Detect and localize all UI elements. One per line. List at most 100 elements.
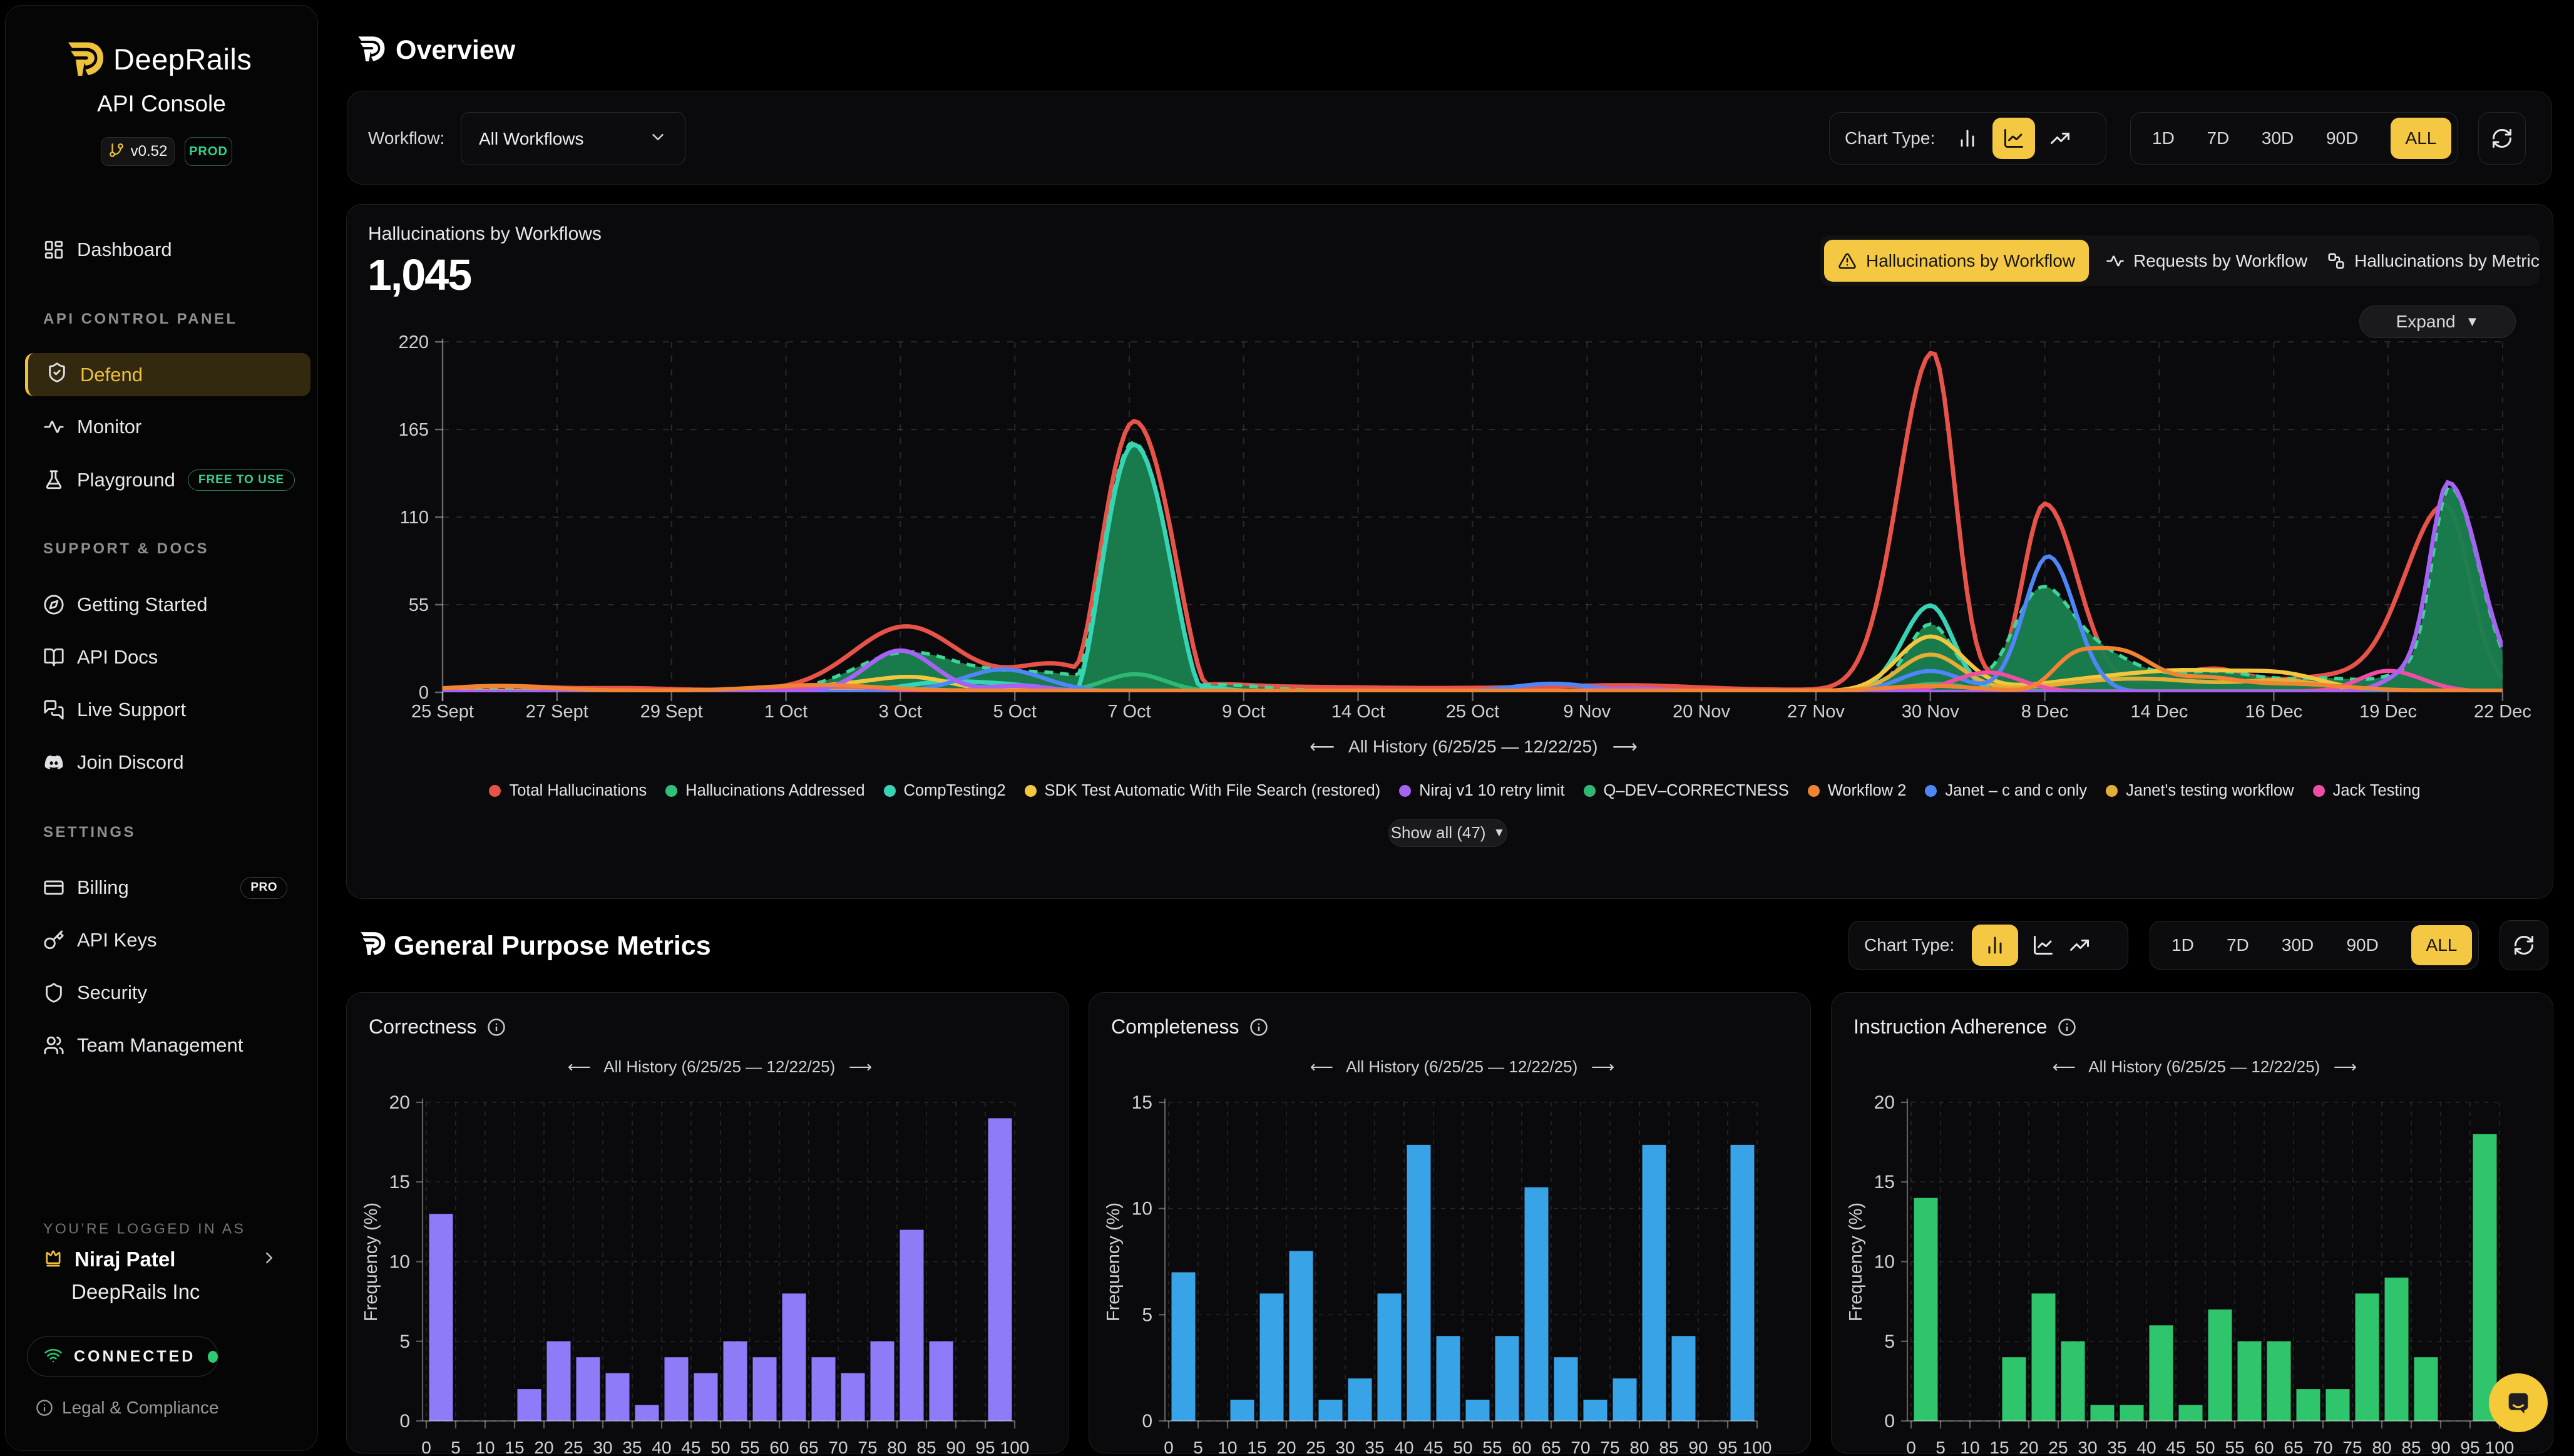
svg-text:50: 50 <box>2195 1438 2215 1456</box>
svg-text:55: 55 <box>740 1438 759 1456</box>
svg-text:50: 50 <box>710 1438 730 1456</box>
svg-text:15: 15 <box>1247 1438 1266 1456</box>
svg-text:35: 35 <box>2107 1438 2126 1456</box>
svg-text:10: 10 <box>1132 1199 1152 1219</box>
svg-text:85: 85 <box>916 1438 936 1456</box>
svg-text:65: 65 <box>799 1438 818 1456</box>
svg-text:14 Oct: 14 Oct <box>1331 702 1385 722</box>
svg-text:75: 75 <box>1600 1438 1619 1456</box>
svg-text:10: 10 <box>1874 1252 1895 1273</box>
svg-text:110: 110 <box>400 508 429 528</box>
svg-text:45: 45 <box>681 1438 700 1456</box>
svg-text:25 Sept: 25 Sept <box>411 702 474 722</box>
svg-text:5: 5 <box>399 1331 410 1352</box>
svg-text:95: 95 <box>1718 1438 1737 1456</box>
svg-text:55: 55 <box>1482 1438 1502 1456</box>
svg-text:95: 95 <box>975 1438 995 1456</box>
svg-text:80: 80 <box>2372 1438 2391 1456</box>
svg-text:100: 100 <box>1000 1438 1030 1456</box>
svg-text:0: 0 <box>399 1411 410 1432</box>
svg-text:0: 0 <box>1884 1411 1895 1432</box>
svg-text:30: 30 <box>2078 1438 2097 1456</box>
svg-text:70: 70 <box>1571 1438 1590 1456</box>
svg-text:25 Oct: 25 Oct <box>1446 702 1499 722</box>
svg-text:10: 10 <box>1960 1438 1979 1456</box>
svg-text:Frequency (%): Frequency (%) <box>1846 1202 1866 1321</box>
svg-text:15: 15 <box>389 1172 410 1192</box>
svg-text:5 Oct: 5 Oct <box>993 702 1037 722</box>
svg-text:90: 90 <box>946 1438 965 1456</box>
svg-text:0: 0 <box>1164 1438 1174 1456</box>
svg-text:5: 5 <box>1884 1331 1895 1352</box>
svg-text:85: 85 <box>1659 1438 1678 1456</box>
svg-text:5: 5 <box>1193 1438 1203 1456</box>
svg-text:3 Oct: 3 Oct <box>879 702 922 722</box>
svg-text:100: 100 <box>1743 1438 1772 1456</box>
svg-text:15: 15 <box>505 1438 524 1456</box>
svg-text:14 Dec: 14 Dec <box>2131 702 2188 722</box>
svg-text:27 Sept: 27 Sept <box>526 702 588 722</box>
svg-text:100: 100 <box>2485 1438 2515 1456</box>
svg-text:70: 70 <box>828 1438 848 1456</box>
svg-text:65: 65 <box>2284 1438 2303 1456</box>
svg-text:20: 20 <box>534 1438 553 1456</box>
svg-text:60: 60 <box>769 1438 789 1456</box>
svg-text:Frequency (%): Frequency (%) <box>1104 1202 1124 1321</box>
svg-text:25: 25 <box>563 1438 583 1456</box>
svg-text:20: 20 <box>389 1092 410 1113</box>
svg-text:80: 80 <box>1629 1438 1649 1456</box>
svg-text:50: 50 <box>1453 1438 1472 1456</box>
svg-text:220: 220 <box>399 332 429 352</box>
svg-text:15: 15 <box>1132 1092 1152 1113</box>
svg-text:Frequency (%): Frequency (%) <box>361 1202 381 1321</box>
svg-text:40: 40 <box>2136 1438 2156 1456</box>
svg-text:90: 90 <box>2431 1438 2450 1456</box>
svg-text:45: 45 <box>2166 1438 2185 1456</box>
svg-text:90: 90 <box>1688 1438 1708 1456</box>
svg-text:0: 0 <box>1142 1411 1152 1432</box>
svg-text:20 Nov: 20 Nov <box>1673 702 1730 722</box>
svg-text:16 Dec: 16 Dec <box>2245 702 2302 722</box>
svg-text:5: 5 <box>1142 1305 1152 1325</box>
svg-text:30 Nov: 30 Nov <box>1902 702 1959 722</box>
svg-text:5: 5 <box>451 1438 461 1456</box>
svg-text:0: 0 <box>1906 1438 1916 1456</box>
svg-text:25: 25 <box>2048 1438 2068 1456</box>
svg-text:30: 30 <box>593 1438 612 1456</box>
svg-text:35: 35 <box>622 1438 642 1456</box>
svg-text:20: 20 <box>2019 1438 2038 1456</box>
svg-text:15: 15 <box>1989 1438 2009 1456</box>
svg-text:10: 10 <box>389 1252 410 1273</box>
svg-text:95: 95 <box>2460 1438 2479 1456</box>
svg-text:165: 165 <box>399 420 429 440</box>
svg-text:65: 65 <box>1541 1438 1561 1456</box>
svg-text:20: 20 <box>1874 1092 1895 1113</box>
svg-text:20: 20 <box>1276 1438 1296 1456</box>
svg-text:0: 0 <box>421 1438 431 1456</box>
svg-text:27 Nov: 27 Nov <box>1787 702 1845 722</box>
svg-text:55: 55 <box>409 595 429 615</box>
svg-text:35: 35 <box>1365 1438 1384 1456</box>
svg-text:30: 30 <box>1335 1438 1355 1456</box>
svg-text:85: 85 <box>2401 1438 2421 1456</box>
svg-text:10: 10 <box>1218 1438 1237 1456</box>
svg-text:1 Oct: 1 Oct <box>764 702 808 722</box>
svg-text:70: 70 <box>2313 1438 2332 1456</box>
svg-text:55: 55 <box>2225 1438 2244 1456</box>
svg-text:60: 60 <box>2254 1438 2274 1456</box>
svg-text:60: 60 <box>1512 1438 1531 1456</box>
svg-text:22 Dec: 22 Dec <box>2474 702 2531 722</box>
svg-text:15: 15 <box>1874 1172 1895 1192</box>
svg-text:9 Oct: 9 Oct <box>1222 702 1265 722</box>
svg-text:29 Sept: 29 Sept <box>640 702 703 722</box>
svg-text:45: 45 <box>1423 1438 1443 1456</box>
svg-text:75: 75 <box>858 1438 877 1456</box>
svg-text:25: 25 <box>1306 1438 1325 1456</box>
svg-text:19 Dec: 19 Dec <box>2359 702 2417 722</box>
svg-text:0: 0 <box>419 683 429 703</box>
svg-text:9 Nov: 9 Nov <box>1563 702 1611 722</box>
svg-text:40: 40 <box>1394 1438 1413 1456</box>
svg-text:75: 75 <box>2342 1438 2362 1456</box>
svg-text:8 Dec: 8 Dec <box>2021 702 2069 722</box>
svg-text:80: 80 <box>887 1438 906 1456</box>
